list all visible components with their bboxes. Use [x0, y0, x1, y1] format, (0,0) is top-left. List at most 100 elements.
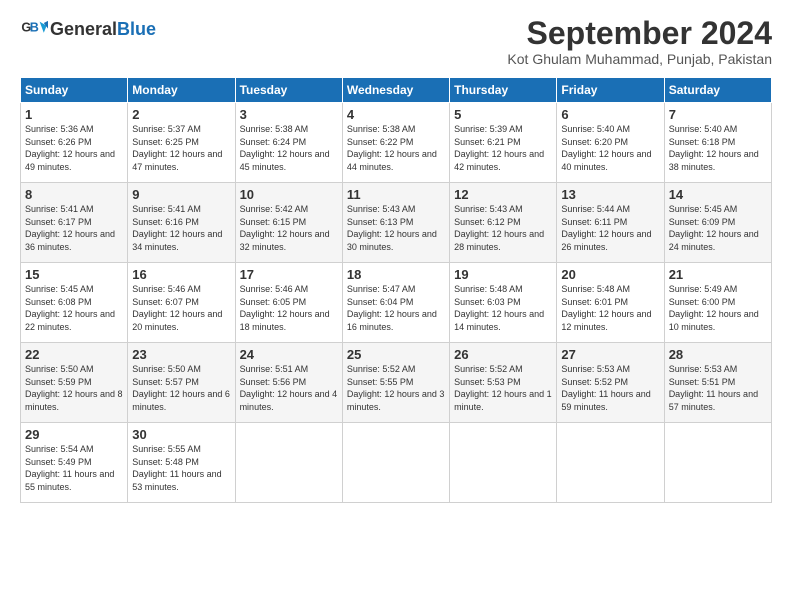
calendar-cell	[235, 423, 342, 503]
calendar-header-cell: Monday	[128, 78, 235, 103]
cell-info: Sunrise: 5:52 AMSunset: 5:53 PMDaylight:…	[454, 363, 552, 413]
cell-info: Sunrise: 5:50 AMSunset: 5:59 PMDaylight:…	[25, 363, 123, 413]
cell-info: Sunrise: 5:47 AMSunset: 6:04 PMDaylight:…	[347, 283, 445, 333]
calendar-cell: 27Sunrise: 5:53 AMSunset: 5:52 PMDayligh…	[557, 343, 664, 423]
calendar-cell: 13Sunrise: 5:44 AMSunset: 6:11 PMDayligh…	[557, 183, 664, 263]
title-block: September 2024 Kot Ghulam Muhammad, Punj…	[507, 16, 772, 67]
header: G B GeneralBlue September 2024 Kot Ghula…	[20, 16, 772, 67]
day-number: 21	[669, 267, 767, 282]
day-number: 18	[347, 267, 445, 282]
calendar-cell: 4Sunrise: 5:38 AMSunset: 6:22 PMDaylight…	[342, 103, 449, 183]
cell-info: Sunrise: 5:50 AMSunset: 5:57 PMDaylight:…	[132, 363, 230, 413]
cell-info: Sunrise: 5:55 AMSunset: 5:48 PMDaylight:…	[132, 443, 230, 493]
day-number: 16	[132, 267, 230, 282]
cell-info: Sunrise: 5:42 AMSunset: 6:15 PMDaylight:…	[240, 203, 338, 253]
cell-info: Sunrise: 5:46 AMSunset: 6:07 PMDaylight:…	[132, 283, 230, 333]
calendar-cell: 3Sunrise: 5:38 AMSunset: 6:24 PMDaylight…	[235, 103, 342, 183]
page: G B GeneralBlue September 2024 Kot Ghula…	[0, 0, 792, 612]
calendar-cell: 14Sunrise: 5:45 AMSunset: 6:09 PMDayligh…	[664, 183, 771, 263]
calendar-header-cell: Tuesday	[235, 78, 342, 103]
cell-info: Sunrise: 5:45 AMSunset: 6:08 PMDaylight:…	[25, 283, 123, 333]
calendar-cell: 8Sunrise: 5:41 AMSunset: 6:17 PMDaylight…	[21, 183, 128, 263]
calendar-cell: 20Sunrise: 5:48 AMSunset: 6:01 PMDayligh…	[557, 263, 664, 343]
day-number: 17	[240, 267, 338, 282]
calendar-cell: 12Sunrise: 5:43 AMSunset: 6:12 PMDayligh…	[450, 183, 557, 263]
day-number: 11	[347, 187, 445, 202]
day-number: 19	[454, 267, 552, 282]
calendar-cell: 1Sunrise: 5:36 AMSunset: 6:26 PMDaylight…	[21, 103, 128, 183]
calendar-row: 15Sunrise: 5:45 AMSunset: 6:08 PMDayligh…	[21, 263, 772, 343]
cell-info: Sunrise: 5:52 AMSunset: 5:55 PMDaylight:…	[347, 363, 445, 413]
logo-icon: G B	[20, 16, 48, 44]
day-number: 25	[347, 347, 445, 362]
logo: G B GeneralBlue	[20, 16, 156, 44]
cell-info: Sunrise: 5:38 AMSunset: 6:24 PMDaylight:…	[240, 123, 338, 173]
day-number: 22	[25, 347, 123, 362]
cell-info: Sunrise: 5:41 AMSunset: 6:16 PMDaylight:…	[132, 203, 230, 253]
day-number: 29	[25, 427, 123, 442]
calendar-cell: 9Sunrise: 5:41 AMSunset: 6:16 PMDaylight…	[128, 183, 235, 263]
day-number: 2	[132, 107, 230, 122]
day-number: 20	[561, 267, 659, 282]
cell-info: Sunrise: 5:38 AMSunset: 6:22 PMDaylight:…	[347, 123, 445, 173]
logo-text: GeneralBlue	[50, 20, 156, 40]
calendar-cell: 18Sunrise: 5:47 AMSunset: 6:04 PMDayligh…	[342, 263, 449, 343]
calendar-cell: 29Sunrise: 5:54 AMSunset: 5:49 PMDayligh…	[21, 423, 128, 503]
day-number: 13	[561, 187, 659, 202]
calendar-header-cell: Thursday	[450, 78, 557, 103]
calendar-cell: 22Sunrise: 5:50 AMSunset: 5:59 PMDayligh…	[21, 343, 128, 423]
cell-info: Sunrise: 5:41 AMSunset: 6:17 PMDaylight:…	[25, 203, 123, 253]
day-number: 14	[669, 187, 767, 202]
cell-info: Sunrise: 5:48 AMSunset: 6:01 PMDaylight:…	[561, 283, 659, 333]
calendar-cell: 16Sunrise: 5:46 AMSunset: 6:07 PMDayligh…	[128, 263, 235, 343]
calendar-cell	[450, 423, 557, 503]
cell-info: Sunrise: 5:36 AMSunset: 6:26 PMDaylight:…	[25, 123, 123, 173]
calendar-cell: 5Sunrise: 5:39 AMSunset: 6:21 PMDaylight…	[450, 103, 557, 183]
calendar-cell: 7Sunrise: 5:40 AMSunset: 6:18 PMDaylight…	[664, 103, 771, 183]
cell-info: Sunrise: 5:51 AMSunset: 5:56 PMDaylight:…	[240, 363, 338, 413]
cell-info: Sunrise: 5:49 AMSunset: 6:00 PMDaylight:…	[669, 283, 767, 333]
calendar-cell: 26Sunrise: 5:52 AMSunset: 5:53 PMDayligh…	[450, 343, 557, 423]
calendar-cell: 10Sunrise: 5:42 AMSunset: 6:15 PMDayligh…	[235, 183, 342, 263]
day-number: 24	[240, 347, 338, 362]
day-number: 27	[561, 347, 659, 362]
cell-info: Sunrise: 5:40 AMSunset: 6:18 PMDaylight:…	[669, 123, 767, 173]
cell-info: Sunrise: 5:43 AMSunset: 6:12 PMDaylight:…	[454, 203, 552, 253]
day-number: 26	[454, 347, 552, 362]
day-number: 4	[347, 107, 445, 122]
day-number: 1	[25, 107, 123, 122]
calendar-row: 22Sunrise: 5:50 AMSunset: 5:59 PMDayligh…	[21, 343, 772, 423]
calendar-cell: 15Sunrise: 5:45 AMSunset: 6:08 PMDayligh…	[21, 263, 128, 343]
cell-info: Sunrise: 5:43 AMSunset: 6:13 PMDaylight:…	[347, 203, 445, 253]
calendar-cell: 24Sunrise: 5:51 AMSunset: 5:56 PMDayligh…	[235, 343, 342, 423]
day-number: 10	[240, 187, 338, 202]
day-number: 6	[561, 107, 659, 122]
day-number: 7	[669, 107, 767, 122]
day-number: 9	[132, 187, 230, 202]
calendar-header-cell: Saturday	[664, 78, 771, 103]
calendar-header-cell: Wednesday	[342, 78, 449, 103]
calendar-header-cell: Sunday	[21, 78, 128, 103]
calendar-cell: 23Sunrise: 5:50 AMSunset: 5:57 PMDayligh…	[128, 343, 235, 423]
cell-info: Sunrise: 5:37 AMSunset: 6:25 PMDaylight:…	[132, 123, 230, 173]
calendar-cell: 17Sunrise: 5:46 AMSunset: 6:05 PMDayligh…	[235, 263, 342, 343]
calendar-table: SundayMondayTuesdayWednesdayThursdayFrid…	[20, 77, 772, 503]
cell-info: Sunrise: 5:39 AMSunset: 6:21 PMDaylight:…	[454, 123, 552, 173]
cell-info: Sunrise: 5:45 AMSunset: 6:09 PMDaylight:…	[669, 203, 767, 253]
calendar-cell: 11Sunrise: 5:43 AMSunset: 6:13 PMDayligh…	[342, 183, 449, 263]
calendar-cell: 19Sunrise: 5:48 AMSunset: 6:03 PMDayligh…	[450, 263, 557, 343]
calendar-cell: 21Sunrise: 5:49 AMSunset: 6:00 PMDayligh…	[664, 263, 771, 343]
calendar-row: 29Sunrise: 5:54 AMSunset: 5:49 PMDayligh…	[21, 423, 772, 503]
cell-info: Sunrise: 5:40 AMSunset: 6:20 PMDaylight:…	[561, 123, 659, 173]
calendar-cell: 30Sunrise: 5:55 AMSunset: 5:48 PMDayligh…	[128, 423, 235, 503]
cell-info: Sunrise: 5:46 AMSunset: 6:05 PMDaylight:…	[240, 283, 338, 333]
calendar-cell: 25Sunrise: 5:52 AMSunset: 5:55 PMDayligh…	[342, 343, 449, 423]
day-number: 3	[240, 107, 338, 122]
calendar-cell	[342, 423, 449, 503]
day-number: 8	[25, 187, 123, 202]
day-number: 15	[25, 267, 123, 282]
cell-info: Sunrise: 5:53 AMSunset: 5:52 PMDaylight:…	[561, 363, 659, 413]
day-number: 28	[669, 347, 767, 362]
cell-info: Sunrise: 5:48 AMSunset: 6:03 PMDaylight:…	[454, 283, 552, 333]
calendar-row: 8Sunrise: 5:41 AMSunset: 6:17 PMDaylight…	[21, 183, 772, 263]
